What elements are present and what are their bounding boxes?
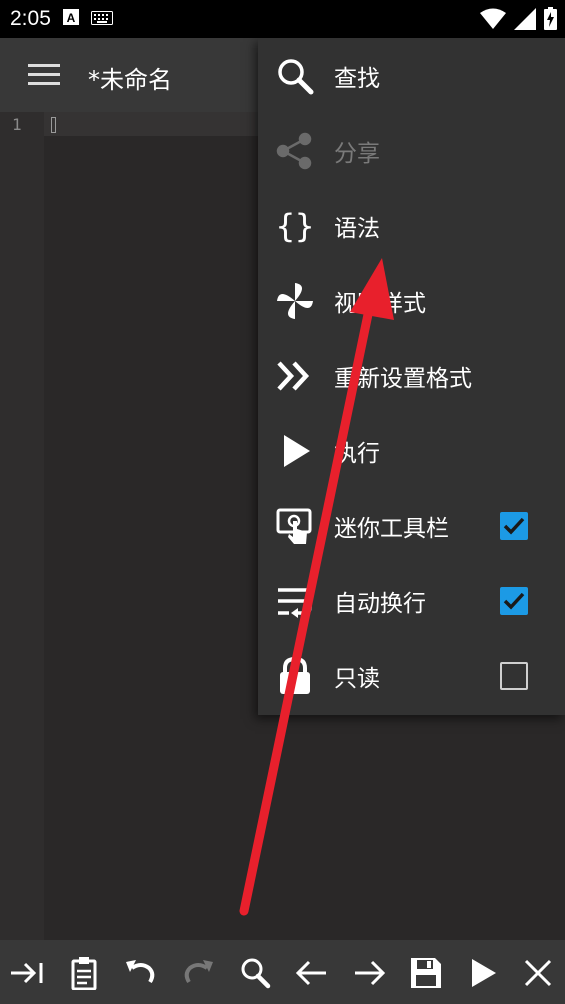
play-icon xyxy=(276,432,314,470)
arrow-left-icon[interactable] xyxy=(295,956,329,990)
svg-text:{}: {} xyxy=(276,207,314,245)
menu-item-execute[interactable]: 执行 xyxy=(258,413,565,488)
menu-item-label: 分享 xyxy=(334,141,380,167)
menu-item-read-only[interactable]: 只读 xyxy=(258,638,565,713)
font-notification-icon: A xyxy=(62,9,79,29)
menu-item-mini-toolbar[interactable]: 迷你工具栏 xyxy=(258,488,565,563)
menu-item-label: 自动换行 xyxy=(334,591,426,617)
menu-item-find[interactable]: 查找 xyxy=(258,38,565,113)
menu-item-label: 语法 xyxy=(334,216,380,242)
overflow-menu: 查找 分享 {} 语法 视图样式 重新设置格式 执行 迷你工具栏 自动换行 只读 xyxy=(258,38,565,715)
status-bar: 2:05 A xyxy=(0,0,565,38)
pinwheel-icon xyxy=(276,282,314,320)
double-chevron-icon xyxy=(276,357,314,395)
hamburger-menu-icon[interactable] xyxy=(28,64,60,90)
close-icon[interactable] xyxy=(521,956,555,990)
signal-icon xyxy=(514,7,536,34)
menu-item-view-style[interactable]: 视图样式 xyxy=(258,263,565,338)
touch-icon xyxy=(276,507,314,545)
status-time: 2:05 xyxy=(10,7,51,30)
save-icon[interactable] xyxy=(409,956,443,990)
menu-item-reformat[interactable]: 重新设置格式 xyxy=(258,338,565,413)
menu-item-label: 查找 xyxy=(334,66,380,92)
run-icon[interactable] xyxy=(466,956,500,990)
menu-item-label: 重新设置格式 xyxy=(334,366,472,392)
menu-item-syntax[interactable]: {} 语法 xyxy=(258,188,565,263)
search-icon xyxy=(276,57,314,95)
menu-item-word-wrap[interactable]: 自动换行 xyxy=(258,563,565,638)
line-number-gutter: 1 xyxy=(0,112,44,940)
arrow-right-icon[interactable] xyxy=(352,956,386,990)
menu-item-label: 迷你工具栏 xyxy=(334,516,449,542)
bottom-toolbar xyxy=(0,940,565,1004)
text-cursor xyxy=(51,117,56,133)
battery-icon xyxy=(544,7,557,34)
wrap-text-icon xyxy=(276,582,314,620)
document-title: *未命名 xyxy=(88,66,172,94)
tab-icon[interactable] xyxy=(10,956,44,990)
word-wrap-checkbox[interactable] xyxy=(500,587,528,615)
line-number: 1 xyxy=(12,115,22,134)
svg-text:A: A xyxy=(67,11,76,25)
redo-icon[interactable] xyxy=(181,956,215,990)
menu-item-label: 执行 xyxy=(334,441,380,467)
paste-icon[interactable] xyxy=(67,956,101,991)
undo-icon[interactable] xyxy=(124,956,158,990)
share-icon xyxy=(276,132,314,170)
read-only-checkbox[interactable] xyxy=(500,662,528,690)
mini-toolbar-checkbox[interactable] xyxy=(500,512,528,540)
wifi-icon xyxy=(480,8,506,34)
menu-item-label: 视图样式 xyxy=(334,291,426,317)
lock-icon xyxy=(276,656,314,695)
menu-item-label: 只读 xyxy=(334,666,380,692)
search-icon[interactable] xyxy=(238,956,272,990)
keyboard-icon xyxy=(90,10,113,29)
menu-item-share[interactable]: 分享 xyxy=(258,113,565,188)
braces-icon: {} xyxy=(276,207,315,245)
